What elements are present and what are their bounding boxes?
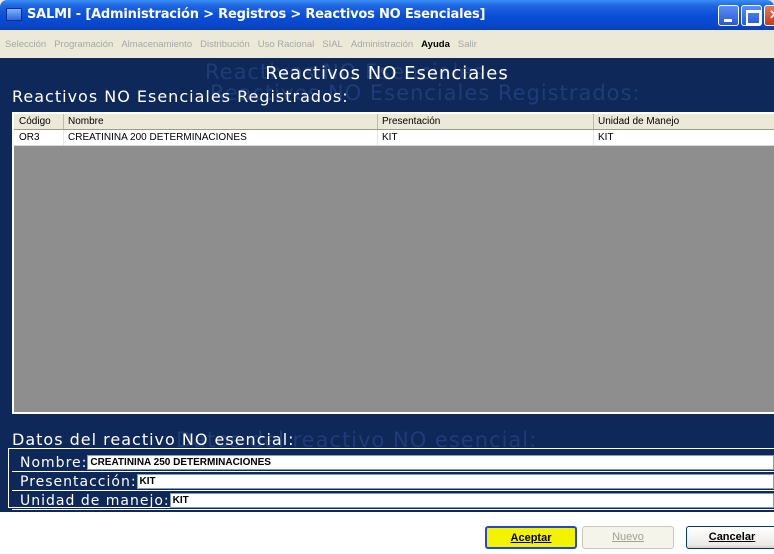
presentacion-label: Presentacción: — [20, 473, 137, 490]
window-title: SALMI - [Administración > Registros > Re… — [27, 7, 486, 22]
cell-unidad: KIT — [598, 132, 614, 143]
app-icon — [6, 8, 22, 21]
close-icon[interactable] — [764, 5, 774, 26]
cancelar-button[interactable]: Cancelar — [686, 526, 774, 549]
nombre-label: Nombre: — [20, 454, 88, 471]
unidad-field[interactable]: KIT — [169, 493, 774, 508]
form-row-unidad: Unidad de manejo: KIT — [12, 492, 774, 510]
nuevo-button[interactable]: Nuevo — [582, 526, 674, 549]
cell-presentacion: KIT — [378, 130, 594, 145]
menu-item-seleccion[interactable]: Selección — [5, 39, 46, 50]
menu-item-administracion[interactable]: Administración — [351, 39, 413, 50]
nombre-field[interactable]: CREATININA 250 DETERMINACIONES — [87, 455, 774, 470]
menu-item-uso-racional[interactable]: Uso Racional — [258, 39, 315, 50]
main-panel: Reactivos NO Esenciales Reactivos NO Ese… — [0, 58, 774, 512]
form-row-nombre: Nombre: CREATININA 250 DETERMINACIONES — [12, 454, 774, 472]
cell-codigo: OR3 — [14, 130, 64, 145]
minimize-icon[interactable] — [718, 5, 739, 26]
form-row-presentacion: Presentacción: KIT — [12, 473, 774, 491]
column-header-presentacion[interactable]: Presentación — [378, 114, 594, 129]
menu-item-ayuda[interactable]: Ayuda — [421, 39, 450, 50]
table-row[interactable]: OR3 CREATININA 200 DETERMINACIONES KIT K… — [14, 130, 774, 146]
aceptar-button[interactable]: Aceptar — [485, 526, 577, 549]
menu-item-salir[interactable]: Salir — [458, 39, 477, 50]
list-title: Reactivos NO Esenciales Registrados: — [12, 87, 349, 106]
maximize-icon[interactable] — [741, 5, 762, 26]
reactivos-table: Código Nombre Presentación Unidad de Man… — [12, 112, 774, 414]
menu-item-distribucion[interactable]: Distribución — [200, 39, 250, 50]
cell-nombre: CREATININA 200 DETERMINACIONES — [64, 130, 378, 145]
column-header-codigo[interactable]: Código — [14, 114, 64, 129]
menu-item-almacenamiento[interactable]: Almacenamiento — [121, 39, 192, 50]
menu-bar: Selección Programación Almacenamiento Di… — [0, 30, 774, 58]
form-title: Datos del reactivo NO esencial: — [12, 430, 295, 449]
unidad-label: Unidad de manejo: — [20, 492, 170, 509]
column-header-unidad[interactable]: Unidad de Manejo — [594, 114, 774, 129]
presentacion-field[interactable]: KIT — [136, 474, 774, 489]
table-header: Código Nombre Presentación Unidad de Man… — [14, 114, 774, 130]
menu-item-programacion[interactable]: Programación — [54, 39, 113, 50]
menu-item-sial[interactable]: SIAL — [322, 39, 343, 50]
title-bar: SALMI - [Administración > Registros > Re… — [0, 0, 774, 30]
column-header-nombre[interactable]: Nombre — [64, 114, 378, 129]
